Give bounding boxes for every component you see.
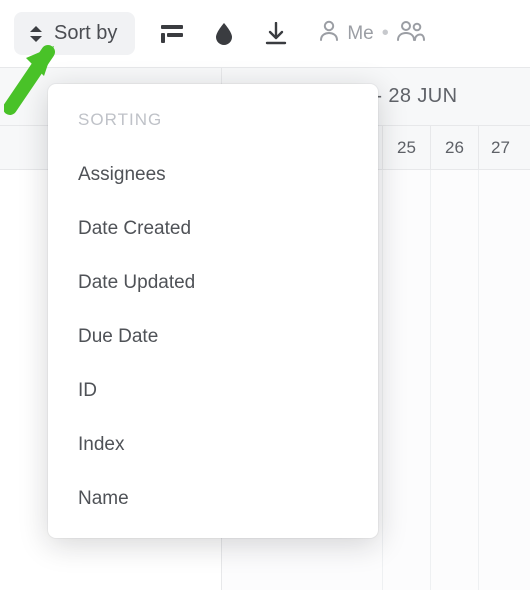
sort-by-label: Sort by	[54, 22, 117, 45]
grid-col	[382, 170, 430, 590]
dot-separator: •	[382, 22, 389, 45]
sort-option-assignees[interactable]: Assignees	[48, 148, 378, 202]
sort-option-name[interactable]: Name	[48, 472, 378, 526]
sort-arrows-icon	[28, 25, 44, 43]
sort-option-index[interactable]: Index	[48, 418, 378, 472]
sort-option-id[interactable]: ID	[48, 364, 378, 418]
me-label: Me	[347, 23, 373, 45]
sort-by-button[interactable]: Sort by	[14, 12, 135, 55]
download-icon[interactable]	[261, 19, 291, 49]
me-filter[interactable]: Me •	[319, 20, 424, 48]
drop-icon[interactable]	[209, 19, 239, 49]
sort-option-date-updated[interactable]: Date Updated	[48, 256, 378, 310]
sort-option-due-date[interactable]: Due Date	[48, 310, 378, 364]
day-cell[interactable]: 27	[478, 126, 522, 169]
toolbar: Sort by Me •	[0, 0, 530, 68]
dropdown-heading: SORTING	[48, 104, 378, 148]
group-by-icon[interactable]	[157, 19, 187, 49]
people-icon[interactable]	[397, 20, 425, 48]
day-cell[interactable]: 25	[382, 126, 430, 169]
sort-option-date-created[interactable]: Date Created	[48, 202, 378, 256]
sort-dropdown: SORTING Assignees Date Created Date Upda…	[48, 84, 378, 538]
day-cell[interactable]: 26	[430, 126, 478, 169]
grid-col	[430, 170, 478, 590]
person-icon	[319, 20, 339, 48]
grid-col	[478, 170, 522, 590]
